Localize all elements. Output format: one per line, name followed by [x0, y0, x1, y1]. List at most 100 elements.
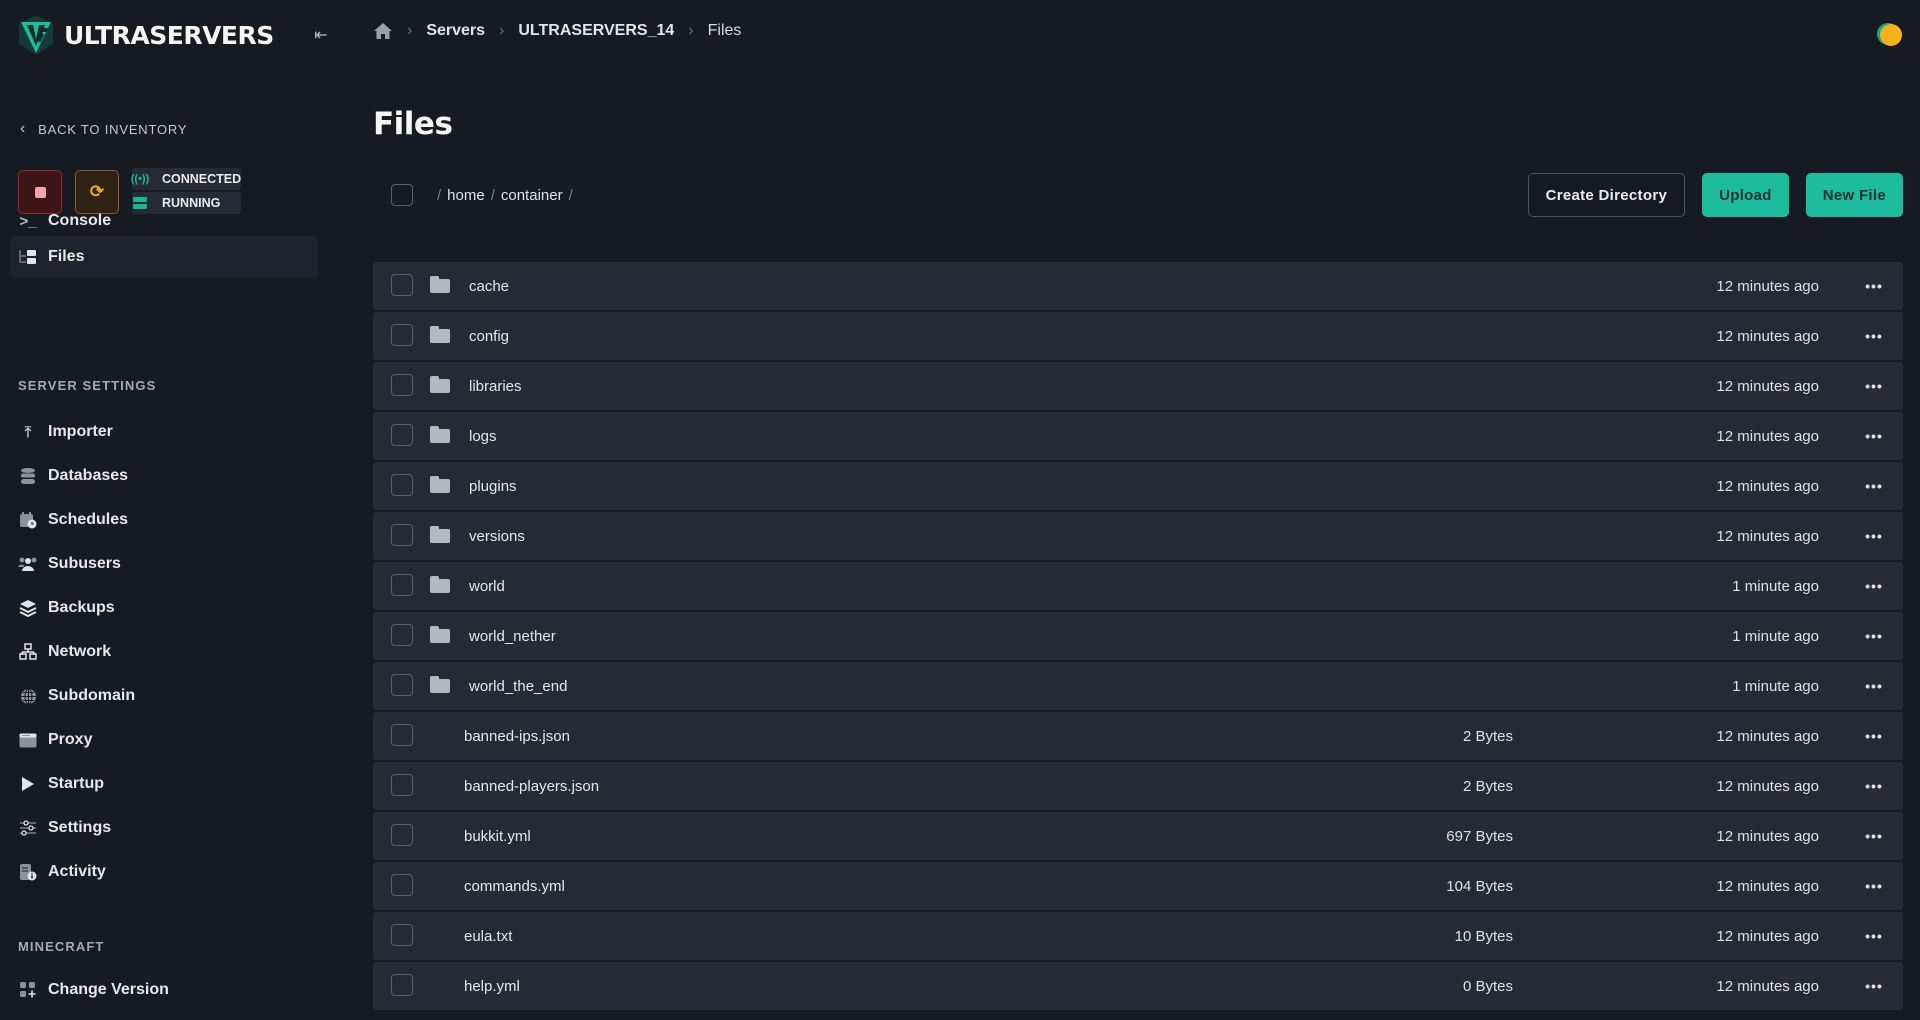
sidebar-item-schedules[interactable]: Schedules: [10, 499, 318, 541]
file-name[interactable]: banned-players.json: [464, 778, 599, 795]
window-icon: [18, 730, 38, 750]
more-options-button[interactable]: •••: [1859, 724, 1889, 748]
folder-row[interactable]: config 12 minutes ago •••: [373, 312, 1903, 360]
file-name[interactable]: logs: [469, 428, 497, 445]
folder-row[interactable]: libraries 12 minutes ago •••: [373, 362, 1903, 410]
more-options-button[interactable]: •••: [1859, 974, 1889, 998]
sidebar-item-activity[interactable]: Activity: [10, 851, 318, 893]
more-options-button[interactable]: •••: [1859, 624, 1889, 648]
row-checkbox[interactable]: [391, 824, 413, 846]
row-checkbox[interactable]: [391, 374, 413, 396]
more-options-button[interactable]: •••: [1859, 474, 1889, 498]
sidebar-item-label: Startup: [48, 775, 104, 792]
home-icon[interactable]: [373, 22, 393, 40]
folder-row[interactable]: world_the_end 1 minute ago •••: [373, 662, 1903, 710]
more-options-button[interactable]: •••: [1859, 674, 1889, 698]
ellipsis-icon: •••: [1865, 878, 1883, 894]
brand-logo[interactable]: ULTRASERVERS: [16, 13, 274, 57]
sidebar-item-label: Change Version: [48, 981, 169, 998]
file-modified: 12 minutes ago: [1716, 477, 1819, 495]
row-checkbox[interactable]: [391, 274, 413, 296]
sidebar-item-files[interactable]: Files: [10, 236, 318, 278]
file-row[interactable]: eula.txt 10 Bytes 12 minutes ago •••: [373, 912, 1903, 960]
sidebar-item-startup[interactable]: Startup: [10, 763, 318, 805]
file-modified: 1 minute ago: [1732, 677, 1819, 695]
more-options-button[interactable]: •••: [1859, 324, 1889, 348]
sidebar-item-label: Subdomain: [48, 687, 136, 704]
file-name[interactable]: plugins: [469, 478, 517, 495]
file-name[interactable]: eula.txt: [464, 928, 512, 945]
sidebar-item-change-version[interactable]: Change Version: [10, 969, 318, 1011]
file-name[interactable]: bukkit.yml: [464, 828, 531, 845]
folder-row[interactable]: plugins 12 minutes ago •••: [373, 462, 1903, 510]
connection-status: ((•)) CONNECTED: [131, 168, 242, 190]
row-checkbox[interactable]: [391, 674, 413, 696]
file-name[interactable]: config: [469, 328, 509, 345]
more-options-button[interactable]: •••: [1859, 524, 1889, 548]
path-segment-container[interactable]: container: [501, 187, 563, 204]
more-options-button[interactable]: •••: [1859, 924, 1889, 948]
path-segment-home[interactable]: home: [447, 187, 485, 204]
row-checkbox[interactable]: [391, 874, 413, 896]
row-checkbox[interactable]: [391, 724, 413, 746]
row-checkbox[interactable]: [391, 324, 413, 346]
play-icon: [18, 774, 38, 794]
file-name[interactable]: cache: [469, 278, 509, 295]
more-options-button[interactable]: •••: [1859, 424, 1889, 448]
folder-row[interactable]: cache 12 minutes ago •••: [373, 262, 1903, 310]
activity-log-icon: [18, 862, 38, 882]
more-options-button[interactable]: •••: [1859, 374, 1889, 398]
row-checkbox[interactable]: [391, 924, 413, 946]
sidebar-item-proxy[interactable]: Proxy: [10, 719, 318, 761]
sidebar-item-subdomain[interactable]: Subdomain: [10, 675, 318, 717]
row-checkbox[interactable]: [391, 474, 413, 496]
sidebar-item-settings[interactable]: Settings: [10, 807, 318, 849]
folder-row[interactable]: world_nether 1 minute ago •••: [373, 612, 1903, 660]
file-name[interactable]: world_nether: [469, 628, 556, 645]
select-all-checkbox[interactable]: [391, 184, 413, 206]
sidebar-item-network[interactable]: Network: [10, 631, 318, 673]
file-name[interactable]: libraries: [469, 378, 522, 395]
file-name[interactable]: world_the_end: [469, 678, 567, 695]
row-checkbox[interactable]: [391, 974, 413, 996]
file-name[interactable]: help.yml: [464, 978, 520, 995]
breadcrumb-servers[interactable]: Servers: [426, 22, 485, 40]
restart-icon: ⟳: [89, 182, 105, 201]
sidebar-item-databases[interactable]: Databases: [10, 455, 318, 497]
sidebar-item-label: Files: [48, 248, 85, 265]
sidebar-item-subusers[interactable]: Subusers: [10, 543, 318, 585]
upload-button[interactable]: Upload: [1702, 173, 1789, 217]
folder-row[interactable]: world 1 minute ago •••: [373, 562, 1903, 610]
create-directory-button[interactable]: Create Directory: [1527, 173, 1686, 217]
folder-row[interactable]: logs 12 minutes ago •••: [373, 412, 1903, 460]
more-options-button[interactable]: •••: [1859, 274, 1889, 298]
sidebar-item-label: Databases: [48, 467, 129, 484]
row-checkbox[interactable]: [391, 424, 413, 446]
back-to-inventory-link[interactable]: ‹ BACK TO INVENTORY: [20, 120, 187, 138]
row-checkbox[interactable]: [391, 624, 413, 646]
ellipsis-icon: •••: [1865, 678, 1883, 694]
more-options-button[interactable]: •••: [1859, 774, 1889, 798]
user-avatar[interactable]: [1880, 24, 1902, 46]
collapse-sidebar-button[interactable]: ⇤: [310, 24, 332, 46]
row-checkbox[interactable]: [391, 574, 413, 596]
sidebar-item-importer[interactable]: ⤒ Importer: [10, 411, 318, 453]
file-row[interactable]: banned-players.json 2 Bytes 12 minutes a…: [373, 762, 1903, 810]
sidebar-item-backups[interactable]: Backups: [10, 587, 318, 629]
file-name[interactable]: versions: [469, 528, 525, 545]
file-row[interactable]: banned-ips.json 2 Bytes 12 minutes ago •…: [373, 712, 1903, 760]
more-options-button[interactable]: •••: [1859, 574, 1889, 598]
row-checkbox[interactable]: [391, 774, 413, 796]
file-row[interactable]: help.yml 0 Bytes 12 minutes ago •••: [373, 962, 1903, 1010]
file-name[interactable]: world: [469, 578, 505, 595]
file-name[interactable]: banned-ips.json: [464, 728, 570, 745]
row-checkbox[interactable]: [391, 524, 413, 546]
more-options-button[interactable]: •••: [1859, 824, 1889, 848]
new-file-button[interactable]: New File: [1805, 173, 1903, 217]
breadcrumb-server[interactable]: ULTRASERVERS_14: [518, 22, 674, 40]
more-options-button[interactable]: •••: [1859, 874, 1889, 898]
file-row[interactable]: commands.yml 104 Bytes 12 minutes ago ••…: [373, 862, 1903, 910]
file-row[interactable]: bukkit.yml 697 Bytes 12 minutes ago •••: [373, 812, 1903, 860]
file-name[interactable]: commands.yml: [464, 878, 565, 895]
folder-row[interactable]: versions 12 minutes ago •••: [373, 512, 1903, 560]
